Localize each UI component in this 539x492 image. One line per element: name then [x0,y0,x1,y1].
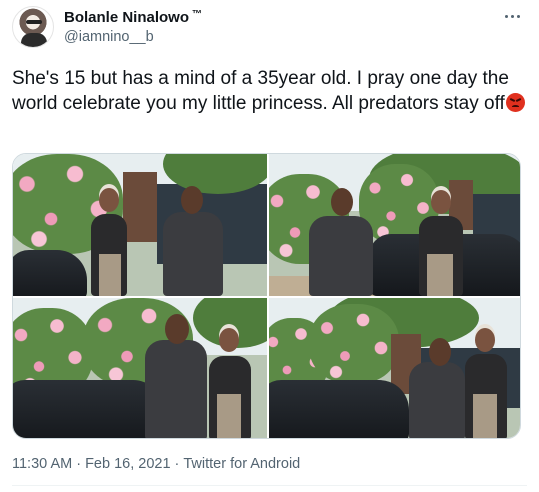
media-photo-1[interactable] [13,154,267,296]
tweet-source[interactable]: Twitter for Android [183,456,300,472]
author-handle[interactable]: @iamnino__b [64,29,154,45]
more-options-icon[interactable] [501,8,523,24]
author-name-row[interactable]: Bolanle Ninalowo ™ [64,9,202,26]
tweet-meta: 11:30 AM · Feb 16, 2021 · Twitter for An… [12,456,300,472]
author-avatar[interactable] [12,6,54,48]
divider [12,485,527,486]
meta-separator: · [174,456,180,472]
trademark-symbol: ™ [192,9,203,20]
avatar-glasses [26,20,42,24]
tweet-body-text: She's 15 but has a mind of a 35year old.… [12,68,509,114]
pouting-face-emoji-icon [505,93,525,112]
media-grid [12,153,521,439]
media-photo-2[interactable] [269,154,520,296]
tweet-text: She's 15 but has a mind of a 35year old.… [12,66,527,116]
tweet-card: Bolanle Ninalowo ™ @iamnino__b She's 15 … [0,0,539,492]
tweet-timestamp[interactable]: 11:30 AM · Feb 16, 2021 [12,456,171,472]
media-photo-4[interactable] [269,298,520,438]
author-display-name[interactable]: Bolanle Ninalowo [64,9,189,26]
avatar-body [21,33,47,47]
media-photo-3[interactable] [13,298,267,438]
